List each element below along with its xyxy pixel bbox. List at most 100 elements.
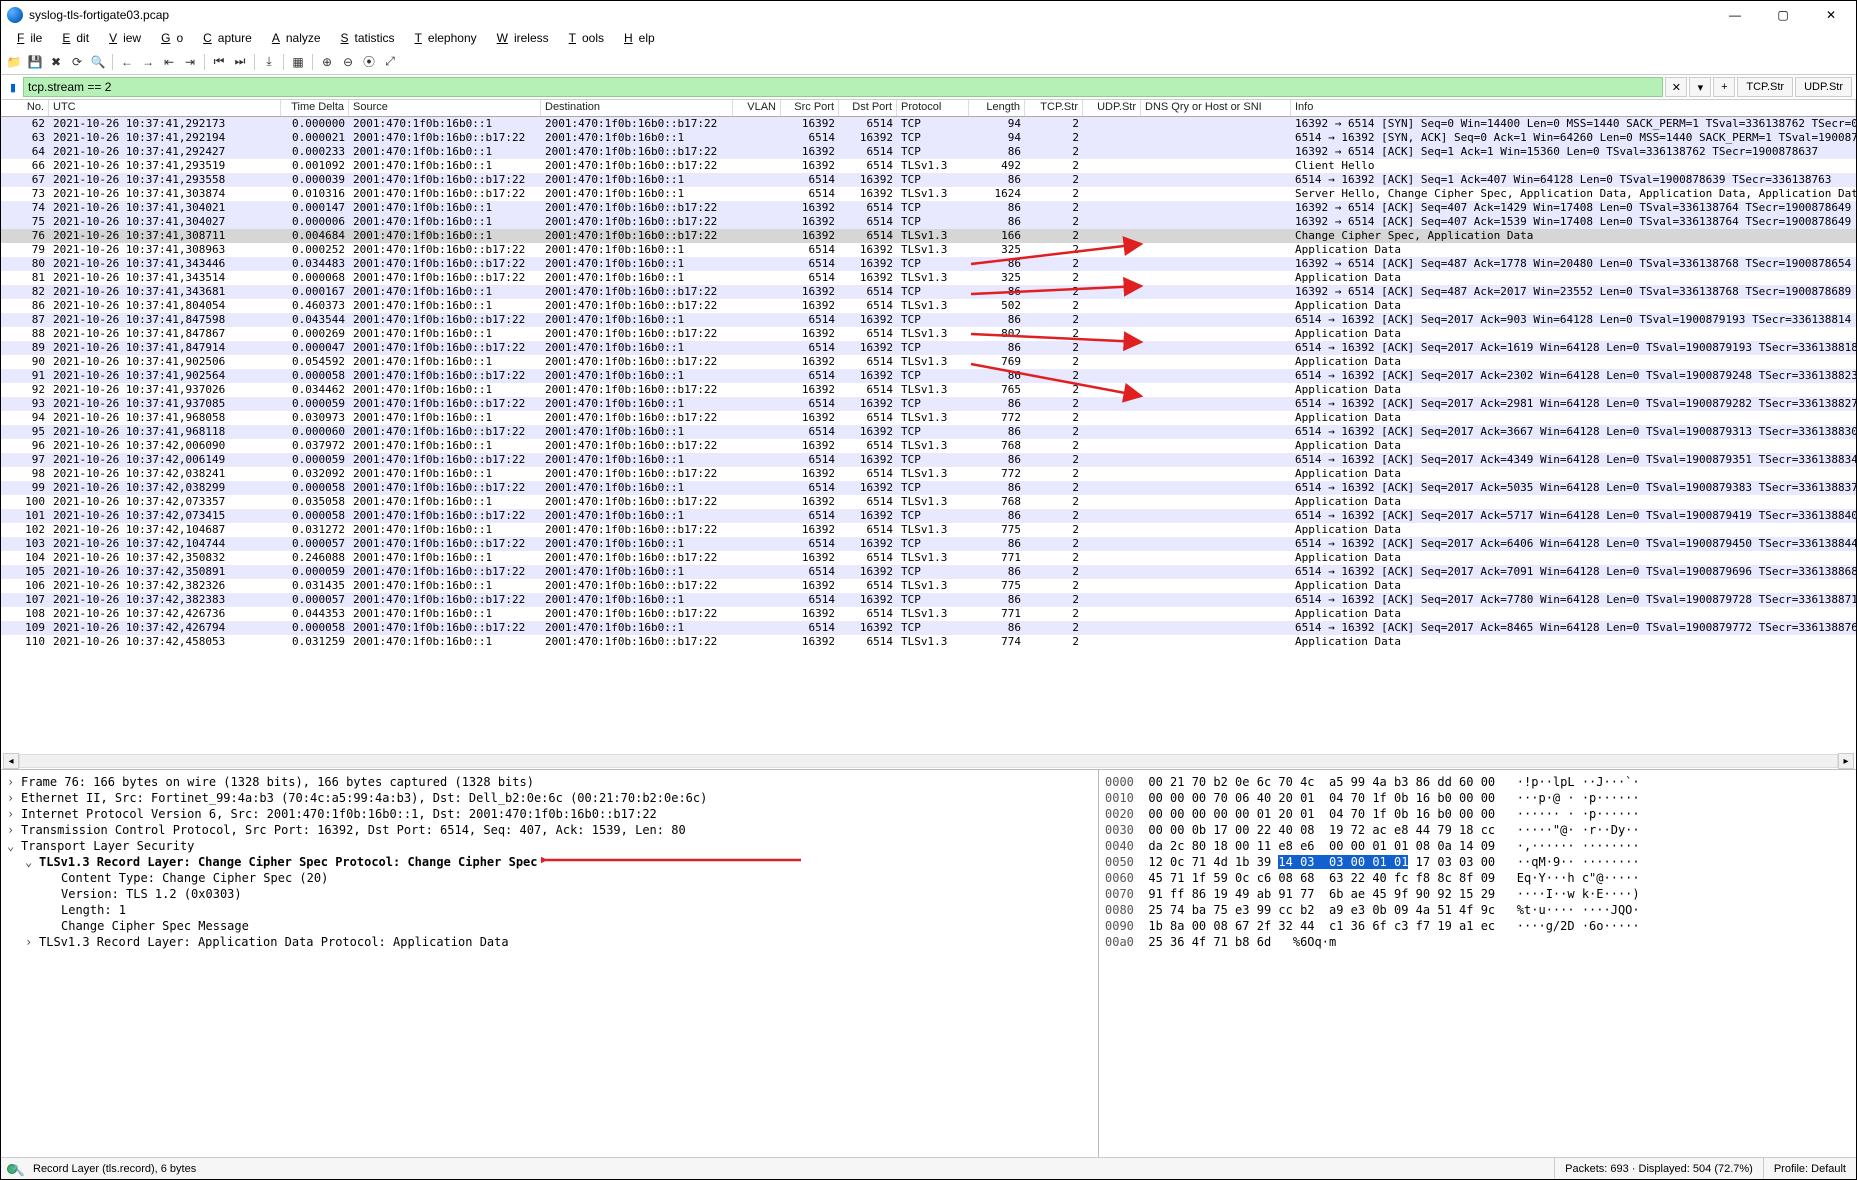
packet-row[interactable]: 1022021-10-26 10:37:42,1046870.031272200… xyxy=(1,523,1856,537)
packet-row[interactable]: 802021-10-26 10:37:41,3434460.0344832001… xyxy=(1,257,1856,271)
tree-tls-record-appdata[interactable]: TLSv1.3 Record Layer: Application Data P… xyxy=(7,934,1092,950)
packet-row[interactable]: 632021-10-26 10:37:41,2921940.0000212001… xyxy=(1,131,1856,145)
packet-row[interactable]: 862021-10-26 10:37:41,8040540.4603732001… xyxy=(1,299,1856,313)
packet-row[interactable]: 1032021-10-26 10:37:42,1047440.000057200… xyxy=(1,537,1856,551)
hex-row[interactable]: 0060 45 71 1f 59 0c c6 08 68 63 22 40 fc… xyxy=(1105,870,1850,886)
display-filter-input[interactable] xyxy=(23,77,1663,97)
zoom-out-icon[interactable]: ⊖ xyxy=(339,53,357,71)
packet-row[interactable]: 952021-10-26 10:37:41,9681180.0000602001… xyxy=(1,425,1856,439)
reload-icon[interactable]: ⟳ xyxy=(68,53,86,71)
packet-row[interactable]: 972021-10-26 10:37:42,0061490.0000592001… xyxy=(1,453,1856,467)
zoom-fit-icon[interactable]: ⤢ xyxy=(381,53,399,71)
packet-row[interactable]: 1052021-10-26 10:37:42,3508910.000059200… xyxy=(1,565,1856,579)
packet-row[interactable]: 642021-10-26 10:37:41,2924270.0002332001… xyxy=(1,145,1856,159)
hex-row[interactable]: 0000 00 21 70 b2 0e 6c 70 4c a5 99 4a b3… xyxy=(1105,774,1850,790)
find-icon[interactable]: 🔍 xyxy=(89,53,107,71)
col-source[interactable]: Source xyxy=(349,100,541,116)
packet-row[interactable]: 812021-10-26 10:37:41,3435140.0000682001… xyxy=(1,271,1856,285)
folder-icon[interactable]: 📁 xyxy=(5,53,23,71)
packet-bytes-hex[interactable]: 0000 00 21 70 b2 0e 6c 70 4c a5 99 4a b3… xyxy=(1099,770,1856,1169)
menu-statistics[interactable]: Statistics xyxy=(329,29,401,49)
packet-row[interactable]: 932021-10-26 10:37:41,9370850.0000592001… xyxy=(1,397,1856,411)
packet-row[interactable]: 672021-10-26 10:37:41,2935580.0000392001… xyxy=(1,173,1856,187)
hex-row[interactable]: 0010 00 00 00 70 06 40 20 01 04 70 1f 0b… xyxy=(1105,790,1850,806)
packet-row[interactable]: 1012021-10-26 10:37:42,0734150.000058200… xyxy=(1,509,1856,523)
filter-add-button[interactable]: + xyxy=(1713,77,1735,97)
packet-row[interactable]: 662021-10-26 10:37:41,2935190.0010922001… xyxy=(1,159,1856,173)
menu-help[interactable]: Help xyxy=(612,29,661,49)
menu-view[interactable]: View xyxy=(97,29,147,49)
hex-row[interactable]: 0040 da 2c 80 18 00 11 e8 e6 00 00 01 01… xyxy=(1105,838,1850,854)
packet-list-header[interactable]: No.UTCTime DeltaSourceDestinationVLANSrc… xyxy=(1,99,1856,117)
col-udpstr[interactable]: UDP.Str xyxy=(1083,100,1141,116)
packet-row[interactable]: 752021-10-26 10:37:41,3040270.0000062001… xyxy=(1,215,1856,229)
packet-list[interactable]: 622021-10-26 10:37:41,2921730.0000002001… xyxy=(1,117,1856,769)
packet-row[interactable]: 732021-10-26 10:37:41,3038740.0103162001… xyxy=(1,187,1856,201)
packet-row[interactable]: 882021-10-26 10:37:41,8478670.0002692001… xyxy=(1,327,1856,341)
menu-telephony[interactable]: Telephony xyxy=(403,29,483,49)
hex-row[interactable]: 0030 00 00 0b 17 00 22 40 08 19 72 ac e8… xyxy=(1105,822,1850,838)
packet-row[interactable]: 762021-10-26 10:37:41,3087110.0046842001… xyxy=(1,229,1856,243)
col-timedelta[interactable]: Time Delta xyxy=(281,100,349,116)
scroll-right-icon[interactable]: ▸ xyxy=(1838,753,1854,769)
col-dnsqryorhostorsni[interactable]: DNS Qry or Host or SNI xyxy=(1141,100,1291,116)
filter-clear-button[interactable]: ✕ xyxy=(1665,77,1687,97)
packet-row[interactable]: 942021-10-26 10:37:41,9680580.0309732001… xyxy=(1,411,1856,425)
back-icon[interactable]: ← xyxy=(118,53,136,71)
scroll-left-icon[interactable]: ◂ xyxy=(3,753,19,769)
filter-dropdown-button[interactable]: ▾ xyxy=(1689,77,1711,97)
packet-row[interactable]: 1092021-10-26 10:37:42,4267940.000058200… xyxy=(1,621,1856,635)
packet-details-tree[interactable]: Frame 76: 166 bytes on wire (1328 bits),… xyxy=(1,770,1099,1169)
col-destination[interactable]: Destination xyxy=(541,100,733,116)
hex-row[interactable]: 0080 25 74 ba 75 e3 99 cc b2 a9 e3 0b 09… xyxy=(1105,902,1850,918)
col-dstport[interactable]: Dst Port xyxy=(839,100,897,116)
horizontal-scrollbar[interactable]: ◂ ▸ xyxy=(3,753,1854,769)
colorize-icon[interactable]: ▦ xyxy=(289,53,307,71)
col-tcpstr[interactable]: TCP.Str xyxy=(1025,100,1083,116)
tree-ccs-msg[interactable]: Change Cipher Spec Message xyxy=(7,918,1092,934)
col-no[interactable]: No. xyxy=(1,100,49,116)
fwd-icon[interactable]: → xyxy=(139,53,157,71)
tree-ipv6[interactable]: Internet Protocol Version 6, Src: 2001:4… xyxy=(7,806,1092,822)
menu-capture[interactable]: Capture xyxy=(191,29,258,49)
maximize-button[interactable]: ▢ xyxy=(1760,3,1806,27)
col-info[interactable]: Info xyxy=(1291,100,1856,116)
col-utc[interactable]: UTC xyxy=(49,100,281,116)
packet-row[interactable]: 822021-10-26 10:37:41,3436810.0001672001… xyxy=(1,285,1856,299)
col-protocol[interactable]: Protocol xyxy=(897,100,969,116)
zoom-reset-icon[interactable]: ⦿ xyxy=(360,53,378,71)
packet-row[interactable]: 1102021-10-26 10:37:42,4580530.031259200… xyxy=(1,635,1856,649)
packet-row[interactable]: 912021-10-26 10:37:41,9025640.0000582001… xyxy=(1,369,1856,383)
save-icon[interactable]: 💾 xyxy=(26,53,44,71)
hex-row[interactable]: 0020 00 00 00 00 00 01 20 01 04 70 1f 0b… xyxy=(1105,806,1850,822)
tree-length[interactable]: Length: 1 xyxy=(7,902,1092,918)
packet-row[interactable]: 1082021-10-26 10:37:42,4267360.044353200… xyxy=(1,607,1856,621)
packet-row[interactable]: 1062021-10-26 10:37:42,3823260.031435200… xyxy=(1,579,1856,593)
tree-ethernet[interactable]: Ethernet II, Src: Fortinet_99:4a:b3 (70:… xyxy=(7,790,1092,806)
first-icon[interactable]: ⏮ xyxy=(210,53,228,71)
close-icon[interactable]: ✖ xyxy=(47,53,65,71)
minimize-button[interactable]: — xyxy=(1712,3,1758,27)
menu-edit[interactable]: Edit xyxy=(50,29,95,49)
menu-tools[interactable]: Tools xyxy=(557,29,610,49)
packet-row[interactable]: 622021-10-26 10:37:41,2921730.0000002001… xyxy=(1,117,1856,131)
packet-row[interactable]: 892021-10-26 10:37:41,8479140.0000472001… xyxy=(1,341,1856,355)
zoom-in-icon[interactable]: ⊕ xyxy=(318,53,336,71)
packet-row[interactable]: 982021-10-26 10:37:42,0382410.0320922001… xyxy=(1,467,1856,481)
close-button[interactable]: ✕ xyxy=(1808,3,1854,27)
hex-row[interactable]: 0090 1b 8a 00 08 67 2f 32 44 c1 36 6f c3… xyxy=(1105,918,1850,934)
filter-bookmark-icon[interactable]: ▮ xyxy=(5,79,21,95)
tree-version[interactable]: Version: TLS 1.2 (0x0303) xyxy=(7,886,1092,902)
last-icon[interactable]: ⏭ xyxy=(231,53,249,71)
auto-scroll-icon[interactable]: ⤓ xyxy=(260,53,278,71)
filter-udpstr-button[interactable]: UDP.Str xyxy=(1795,77,1852,97)
packet-row[interactable]: 922021-10-26 10:37:41,9370260.0344622001… xyxy=(1,383,1856,397)
tree-tcp[interactable]: Transmission Control Protocol, Src Port:… xyxy=(7,822,1092,838)
packet-row[interactable]: 902021-10-26 10:37:41,9025060.0545922001… xyxy=(1,355,1856,369)
hex-row[interactable]: 0070 91 ff 86 19 49 ab 91 77 6b ae 45 9f… xyxy=(1105,886,1850,902)
menu-analyze[interactable]: Analyze xyxy=(260,29,327,49)
col-srcport[interactable]: Src Port xyxy=(781,100,839,116)
menu-file[interactable]: File xyxy=(5,29,48,49)
packet-row[interactable]: 1042021-10-26 10:37:42,3508320.246088200… xyxy=(1,551,1856,565)
filter-tcpstr-button[interactable]: TCP.Str xyxy=(1737,77,1793,97)
